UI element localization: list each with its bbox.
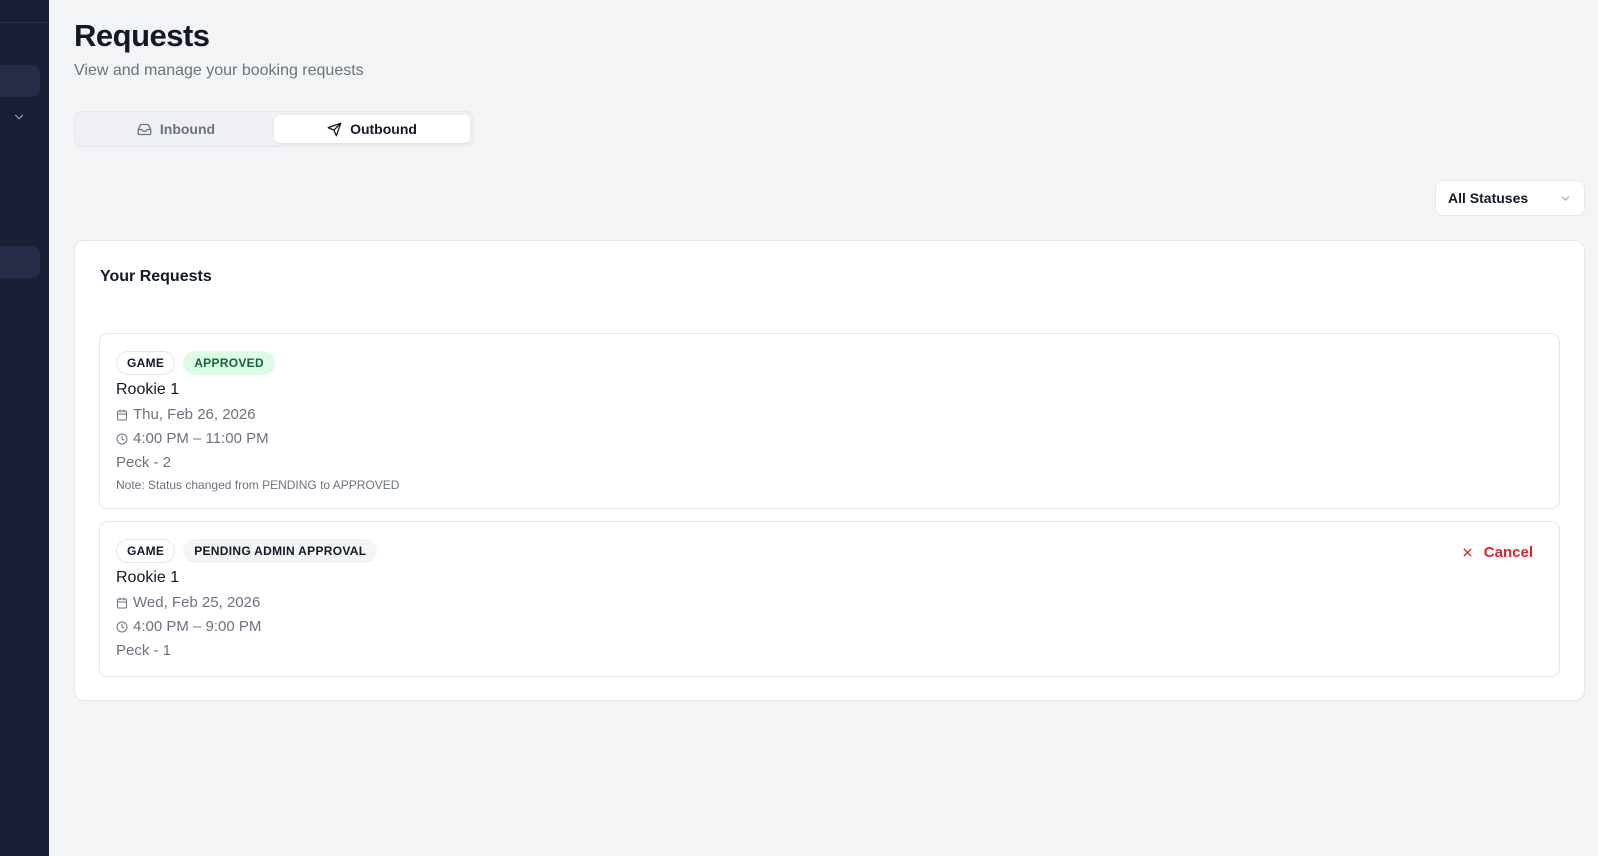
request-time: 4:00 PM – 9:00 PM (116, 618, 261, 635)
request-location-text: Peck - 1 (116, 642, 172, 659)
page-title: Requests (74, 18, 210, 53)
request-time: 4:00 PM – 11:00 PM (116, 430, 269, 447)
status-badge: APPROVED (183, 351, 275, 375)
request-badges: GAME APPROVED (116, 351, 275, 375)
request-location: Peck - 1 (116, 642, 171, 659)
page-subtitle: View and manage your booking requests (74, 62, 364, 79)
request-item: GAME PENDING ADMIN APPROVAL Rookie 1 Wed… (99, 521, 1560, 677)
sidebar-divider (0, 22, 49, 23)
calendar-icon (117, 409, 127, 420)
calendar-icon (117, 597, 127, 608)
sidebar-nav-item[interactable] (0, 65, 40, 97)
direction-tabs: Inbound Outbound (74, 111, 474, 147)
clock-icon (116, 621, 128, 632)
requests-card: Your Requests GAME APPROVED Rookie 1 Thu… (74, 240, 1585, 701)
close-icon (1463, 548, 1472, 557)
sidebar-nav-item-active[interactable] (0, 246, 40, 278)
status-filter-select[interactable]: All Statuses (1435, 180, 1585, 216)
request-note: Note: Status changed from PENDING to APP… (116, 478, 400, 492)
status-filter-value: All Statuses (1448, 190, 1529, 206)
tab-inbound[interactable]: Inbound (78, 115, 274, 143)
cancel-label: Cancel (1483, 544, 1533, 561)
type-badge: GAME (116, 539, 176, 563)
request-time-text: 4:00 PM – 11:00 PM (133, 430, 269, 447)
request-name: Rookie 1 (116, 569, 180, 586)
clock-icon (116, 433, 128, 444)
cancel-request-button[interactable]: Cancel (1461, 544, 1533, 561)
request-date-text: Wed, Feb 25, 2026 (133, 594, 261, 611)
main-content: Requests View and manage your booking re… (74, 0, 1598, 856)
send-icon (327, 122, 342, 136)
request-date-text: Thu, Feb 26, 2026 (133, 406, 256, 423)
card-title: Your Requests (100, 268, 212, 285)
request-date: Thu, Feb 26, 2026 (116, 406, 256, 423)
tab-outbound[interactable]: Outbound (274, 115, 470, 143)
tab-inbound-label: Inbound (159, 121, 216, 137)
tab-outbound-label: Outbound (350, 121, 417, 137)
request-badges: GAME PENDING ADMIN APPROVAL (116, 539, 378, 563)
request-date: Wed, Feb 25, 2026 (116, 594, 260, 611)
request-location-text: Peck - 2 (116, 454, 172, 471)
type-badge: GAME (116, 351, 176, 375)
request-time-text: 4:00 PM – 9:00 PM (133, 618, 262, 635)
sidebar (0, 0, 49, 856)
request-location: Peck - 2 (116, 454, 171, 471)
request-item: GAME APPROVED Rookie 1 Thu, Feb 26, 2026… (99, 333, 1560, 509)
request-name: Rookie 1 (116, 381, 180, 398)
inbox-icon (137, 123, 152, 135)
chevron-down-icon[interactable] (12, 110, 26, 124)
status-badge: PENDING ADMIN APPROVAL (183, 539, 378, 563)
chevron-down-icon (1561, 195, 1570, 201)
